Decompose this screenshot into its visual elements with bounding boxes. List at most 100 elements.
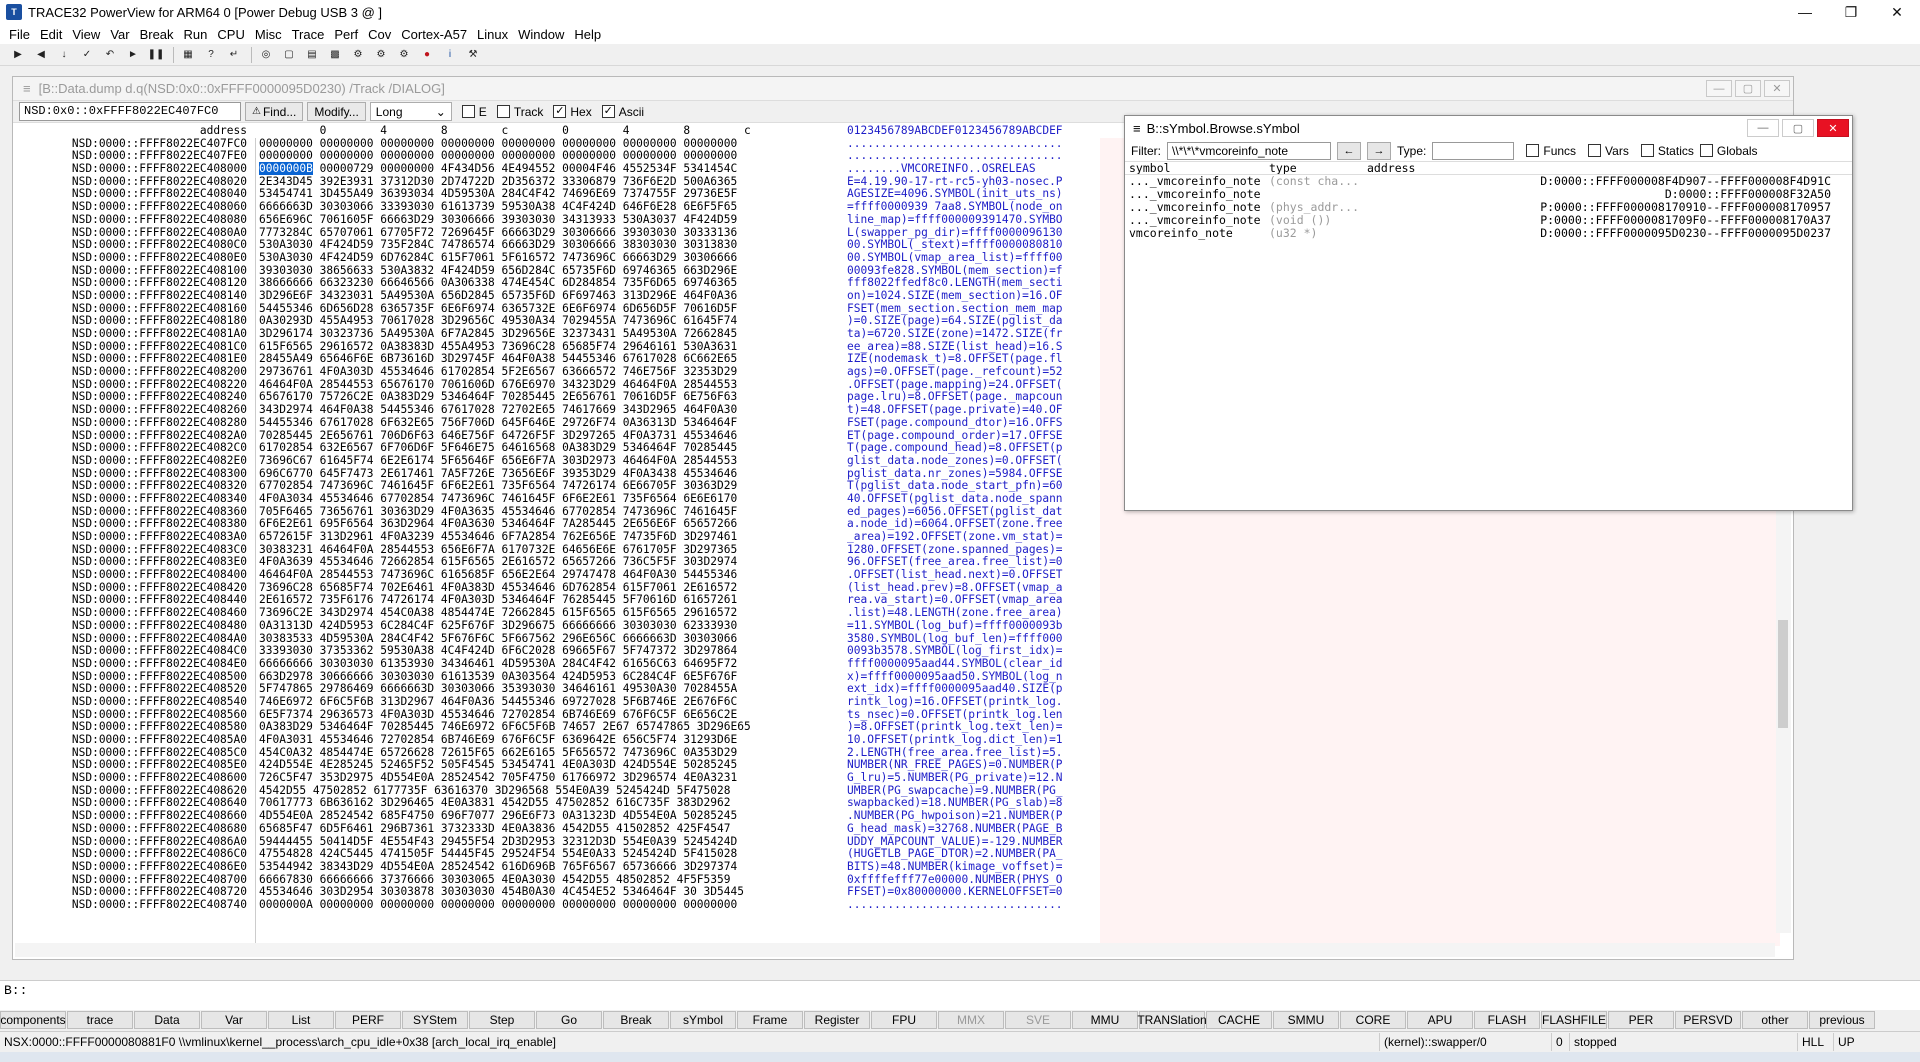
stop-icon[interactable]: ● [417,46,437,64]
step-into-icon[interactable]: ↓ [54,46,74,64]
symbol-window-titlebar[interactable]: ≡ B::sYmbol.Browse.sYmbol — ▢ ✕ [1125,116,1852,140]
softkey-system[interactable]: SYStem [402,1011,468,1029]
menu-help[interactable]: Help [569,27,606,42]
row-hex[interactable]: 65685F47 6D5F6461 296B7361 3732333D 4E0A… [251,822,843,836]
dump-row[interactable]: NSD:0000::FFFF8022EC4086C0 47554828 424C5… [13,847,1793,861]
softkey-data[interactable]: Data [134,1011,200,1029]
row-hex[interactable]: 4D554E0A 28524542 685F4750 696F7077 296E… [251,809,843,823]
softkey-symbol[interactable]: sYmbol [670,1011,736,1029]
return-icon[interactable]: ✓ [77,46,97,64]
help-icon[interactable]: ? [201,46,221,64]
row-hex[interactable]: 46464F0A 28544553 7473696C 6165685F 656E… [251,568,843,582]
go-icon[interactable]: ► [123,46,143,64]
type-input[interactable] [1432,141,1515,160]
info-icon[interactable]: i [440,46,460,64]
symbol-close-button[interactable]: ✕ [1817,119,1849,137]
row-hex[interactable]: 61702854 632E6567 6F706D6F 5F646E75 6461… [251,441,843,455]
row-hex[interactable]: 47554828 424C5445 4741505F 54445F45 2952… [251,847,843,861]
softkey-var[interactable]: Var [201,1011,267,1029]
dump-row[interactable]: NSD:0000::FFFF8022EC408660 4D554E0A 28524… [13,809,1793,823]
menu-cov[interactable]: Cov [363,27,396,42]
break-icon[interactable]: ❚❚ [146,46,166,64]
row-hex[interactable]: 0000000B 00000729 00000000 4F434D56 4E49… [251,162,843,176]
vars-checkbox[interactable]: Vars [1588,144,1629,158]
filter-apply-icon[interactable]: ← [1337,141,1361,160]
softkey-previous[interactable]: previous [1809,1011,1875,1029]
row-hex[interactable]: 530A3030 4F424D59 6D76284C 615F7061 5F61… [251,251,843,265]
dump-window-titlebar[interactable]: ≡ [B::Data.dump d.q(NSD:0x0::0xFFFF00000… [13,77,1793,101]
menu-view[interactable]: View [67,27,105,42]
row-hex[interactable]: 343D2974 464F0A38 54455346 67617028 7270… [251,403,843,417]
softkey-trace[interactable]: trace [67,1011,133,1029]
row-hex[interactable]: 73696C67 61645F74 6E2E6174 5F65646F 656E… [251,454,843,468]
width-select[interactable]: Long ⌄ [369,102,452,121]
symbol-minimize-button[interactable]: — [1747,119,1779,137]
statics-checkbox[interactable]: Statics [1640,144,1694,158]
row-hex[interactable]: 53544942 38343D29 4D554E0A 28524542 616D… [251,860,843,874]
row-hex[interactable]: 746E6972 6F6C5F6B 313D2967 464F0A36 5445… [251,695,843,709]
e-checkbox[interactable]: E [461,105,487,119]
ascii-checkbox[interactable]: ✓ Ascii [601,105,644,119]
selected-word[interactable]: 0000000B [259,162,313,176]
symbol-row[interactable]: ..._vmcoreinfo_note D:0000::FFFF000008F32… [1125,188,1852,201]
menu-break[interactable]: Break [135,27,179,42]
find-button[interactable]: ⚠ Find... [245,102,304,121]
filter-clear-icon[interactable]: → [1367,141,1391,160]
row-hex[interactable]: 656E696C 7061605F 66663D29 30306666 3930… [251,213,843,227]
type-column-header[interactable]: type [1269,162,1365,174]
scroll-thumb[interactable] [1778,620,1788,728]
softkey-step[interactable]: Step [469,1011,535,1029]
row-hex[interactable]: 530A3030 4F424D59 735F284C 74786574 6666… [251,238,843,252]
close-button[interactable]: ✕ [1874,0,1920,24]
softkey-smmu[interactable]: SMMU [1273,1011,1339,1029]
row-hex[interactable]: 54455346 67617028 6F632E65 756F706D 645F… [251,416,843,430]
softkey-perf[interactable]: PERF [335,1011,401,1029]
command-line[interactable]: B:: [0,980,1920,1010]
dump-row[interactable]: NSD:0000::FFFF8022EC4083A0 6572615F 313D2… [13,530,1793,544]
row-hex[interactable]: 4F0A3034 45534646 67702854 7473696C 7461… [251,492,843,506]
softkey-go[interactable]: Go [536,1011,602,1029]
softkey-register[interactable]: Register [804,1011,870,1029]
window-menu-icon[interactable]: ≡ [1133,121,1141,136]
row-hex[interactable]: 33393030 37353362 59530A38 4C4F424D 6F6C… [251,644,843,658]
softkey-per[interactable]: PER [1608,1011,1674,1029]
softkey-mmu[interactable]: MMU [1072,1011,1138,1029]
softkey-flash[interactable]: FLASH [1474,1011,1540,1029]
menu-cortex-a57[interactable]: Cortex-A57 [396,27,472,42]
chip-icon[interactable]: ⚙ [348,46,368,64]
dump-row[interactable]: NSD:0000::FFFF8022EC408600 726C5F47 353D2… [13,771,1793,785]
row-hex[interactable]: 3D296E6F 34323031 5A49530A 656D2845 6573… [251,289,843,303]
dump-row[interactable]: NSD:0000::FFFF8022EC4084E0 66666666 30303… [13,657,1793,671]
dump-row[interactable]: NSD:0000::FFFF8022EC408540 746E6972 6F6C5… [13,695,1793,709]
row-hex[interactable]: 29736761 4F0A303D 45534646 61702854 5F2E… [251,365,843,379]
row-hex[interactable]: 6572615F 313D2961 4F0A3239 45534646 6F7A… [251,530,843,544]
maximize-button[interactable]: ❐ [1828,0,1874,24]
list-icon[interactable]: ▦ [178,46,198,64]
hex-checkbox[interactable]: ✓ Hex [553,105,592,119]
softkey-list[interactable]: List [268,1011,334,1029]
softkey-components[interactable]: components [0,1011,66,1029]
row-hex[interactable]: 3D296174 30323736 5A49530A 6F7A2845 3D29… [251,327,843,341]
dump-row[interactable]: NSD:0000::FFFF8022EC408480 0A31313D 424D5… [13,619,1793,633]
menu-perf[interactable]: Perf [329,27,363,42]
memory-icon[interactable]: ▩ [325,46,345,64]
dump-minimize-button[interactable]: — [1706,80,1732,97]
context-help-icon[interactable]: ↵ [224,46,244,64]
symbol-row[interactable]: ..._vmcoreinfo_note (void ()) P:0000::FFFF… [1125,214,1852,227]
track-checkbox[interactable]: Track [496,105,543,119]
address-input[interactable]: NSD:0x0::0xFFFF8022EC407FC0 [19,102,241,121]
dump-close-button[interactable]: ✕ [1764,80,1790,97]
dump-row[interactable]: NSD:0000::FFFF8022EC408680 65685F47 6D5F6… [13,822,1793,836]
address-column-header[interactable]: address [1365,162,1835,174]
symbol-maximize-button[interactable]: ▢ [1782,119,1814,137]
softkey-apu[interactable]: APU [1407,1011,1473,1029]
row-hex[interactable]: 0A31313D 424D5953 6C284C4F 625F676F 3D29… [251,619,843,633]
symbol-row[interactable]: ..._vmcoreinfo_note (phys_addr... P:0000::… [1125,201,1852,214]
up-icon[interactable]: ↶ [100,46,120,64]
window-menu-icon[interactable]: ≡ [23,81,31,96]
row-hex[interactable]: 66666666 30303030 61353930 34346461 4D59… [251,657,843,671]
menu-cpu[interactable]: CPU [212,27,249,42]
softkey-translation[interactable]: TRANSlation [1137,1011,1207,1029]
cpu-icon[interactable]: ⚙ [371,46,391,64]
dump-row[interactable]: NSD:0000::FFFF8022EC408460 73696C2E 343D2… [13,606,1793,620]
